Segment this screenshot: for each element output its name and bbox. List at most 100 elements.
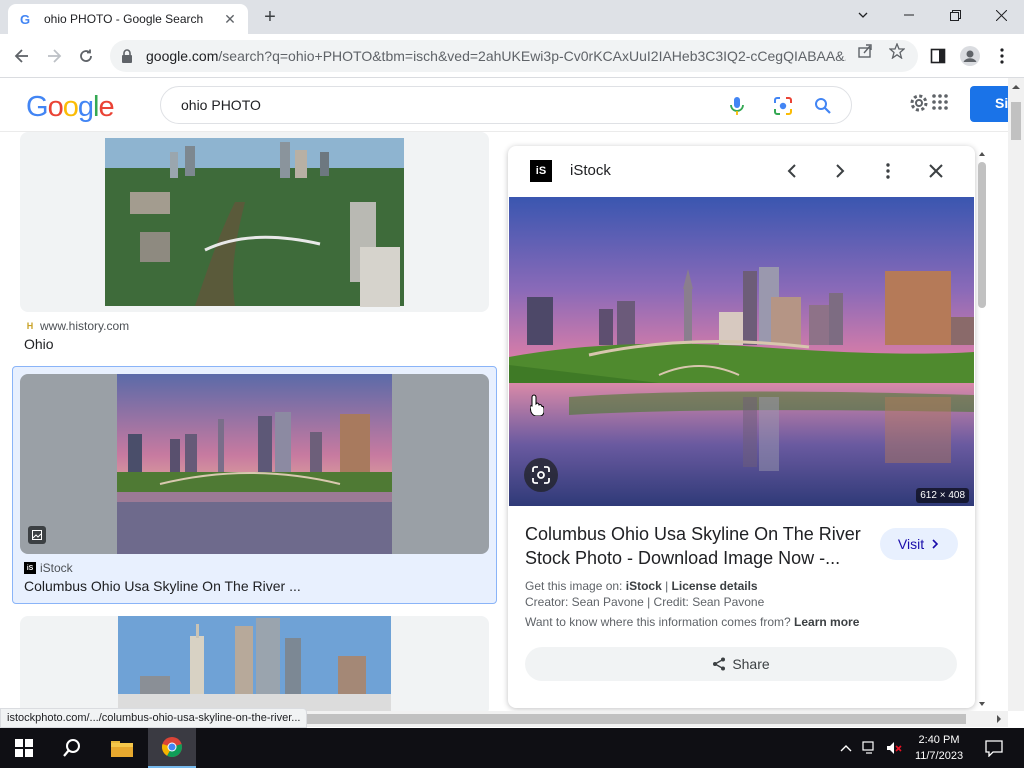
screen: G ohio PHOTO - Google Search ✕ + google.…: [0, 0, 1024, 768]
previous-image-icon[interactable]: [780, 159, 804, 183]
tab-google-search[interactable]: G ohio PHOTO - Google Search ✕: [8, 4, 248, 34]
restore-button[interactable]: [932, 0, 978, 30]
url-host: google.com: [146, 48, 219, 64]
panel-scroll-up-icon[interactable]: [976, 150, 988, 158]
clock-time: 2:40 PM: [918, 734, 960, 746]
search-box[interactable]: ohio PHOTO: [160, 86, 852, 124]
windows-logo-icon: [15, 739, 33, 757]
minimize-button[interactable]: [886, 0, 932, 30]
info-source-question: Want to know where this information come…: [525, 615, 791, 629]
clock-date: 11/7/2023: [914, 750, 964, 762]
page-vertical-scrollbar[interactable]: [1008, 78, 1024, 711]
more-options-icon[interactable]: [876, 159, 900, 183]
next-image-icon[interactable]: [828, 159, 852, 183]
new-tab-button[interactable]: +: [258, 6, 282, 30]
share-label: Share: [732, 656, 770, 672]
preview-image[interactable]: [509, 197, 974, 506]
voice-search-icon[interactable]: [727, 96, 747, 116]
scroll-right-icon[interactable]: [992, 711, 1006, 727]
panel-scrollbar[interactable]: [976, 150, 988, 710]
address-bar[interactable]: google.com/search?q=ohio+PHOTO&tbm=isch&…: [110, 40, 918, 72]
result-source-label: iStock: [40, 561, 73, 575]
tab-search-icon[interactable]: [840, 0, 886, 30]
profile-avatar-icon[interactable]: [958, 44, 982, 68]
tab-close-icon[interactable]: ✕: [222, 11, 238, 28]
share-page-icon[interactable]: [856, 42, 874, 60]
get-image-line: Get this image on: iStock | License deta…: [525, 579, 758, 593]
result-title[interactable]: Ohio: [24, 336, 54, 352]
chevron-right-icon: [932, 539, 939, 549]
panel-scroll-down-icon[interactable]: [976, 700, 988, 708]
istock-favicon-icon: iS: [24, 562, 36, 574]
history-favicon-icon: H: [26, 321, 34, 331]
share-button[interactable]: Share: [525, 647, 957, 681]
license-details-link[interactable]: License details: [672, 579, 758, 593]
reload-button[interactable]: [72, 42, 100, 70]
visit-button[interactable]: Visit: [880, 528, 958, 560]
network-button[interactable]: [858, 728, 882, 768]
chrome-taskbar-button[interactable]: [148, 728, 196, 768]
search-query[interactable]: ohio PHOTO: [181, 97, 261, 113]
taskbar-search-icon: [63, 739, 80, 757]
back-button[interactable]: [8, 42, 36, 70]
url-path: /search?q=ohio+PHOTO&tbm=isch&ved=2ahUKE…: [218, 48, 846, 64]
forward-button[interactable]: [40, 42, 68, 70]
image-badge-icon: [28, 526, 46, 544]
close-window-button[interactable]: [978, 0, 1024, 30]
panel-title[interactable]: Columbus Ohio Usa Skyline On The River S…: [525, 522, 865, 570]
browser-toolbar: google.com/search?q=ohio+PHOTO&tbm=isch&…: [0, 34, 1024, 78]
get-image-source[interactable]: iStock: [626, 579, 662, 593]
image-results: H www.history.com Ohio iS iStock Columbu…: [0, 132, 500, 711]
google-favicon-icon: G: [18, 11, 34, 27]
search-icon[interactable]: [813, 96, 833, 116]
settings-gear-icon[interactable]: [908, 92, 930, 114]
lens-search-icon[interactable]: [773, 96, 793, 116]
tab-strip: G ohio PHOTO - Google Search ✕ +: [0, 0, 1024, 34]
result-image-ohio[interactable]: [20, 132, 489, 312]
tab-title: ohio PHOTO - Google Search: [44, 12, 204, 26]
creator-line: Creator: Sean Pavone | Credit: Sean Pavo…: [525, 595, 765, 609]
start-button[interactable]: [0, 728, 48, 768]
chevron-up-icon: [840, 745, 852, 752]
result-source[interactable]: iS iStock: [24, 561, 73, 575]
result-source[interactable]: H www.history.com: [24, 319, 129, 333]
side-panel-icon[interactable]: [926, 44, 950, 68]
panel-scroll-thumb[interactable]: [978, 162, 986, 308]
panel-source-name[interactable]: iStock: [570, 162, 611, 179]
notification-icon: [985, 740, 1003, 757]
page-vertical-scroll-thumb[interactable]: [1011, 102, 1021, 140]
folder-icon: [111, 741, 133, 757]
svg-text:Google: Google: [26, 91, 114, 123]
volume-button[interactable]: [882, 728, 906, 768]
google-apps-icon[interactable]: [932, 94, 948, 110]
google-header: Google ohio PHOTO Si: [0, 78, 1020, 132]
result-image-columbus[interactable]: [20, 374, 489, 554]
lock-icon[interactable]: [120, 49, 134, 63]
image-preview-panel: iS iStock 612 × 408 Columbus Ohio Usa Sk…: [508, 146, 975, 708]
result-title[interactable]: Columbus Ohio Usa Skyline On The River .…: [24, 578, 301, 594]
taskbar-clock[interactable]: 2:40 PM 11/7/2023: [910, 732, 968, 764]
visit-label: Visit: [897, 536, 925, 552]
close-panel-icon[interactable]: [924, 159, 948, 183]
menu-kebab-icon[interactable]: [990, 44, 1014, 68]
hand-cursor-icon: [529, 394, 545, 417]
chrome-icon: [162, 737, 182, 758]
show-hidden-icons-button[interactable]: [834, 728, 858, 768]
get-image-label: Get this image on:: [525, 579, 623, 593]
learn-more-link[interactable]: Learn more: [794, 615, 859, 629]
google-logo[interactable]: Google: [26, 90, 116, 132]
taskbar-search-button[interactable]: [48, 728, 96, 768]
bookmark-star-icon[interactable]: [888, 42, 906, 60]
lens-search-image-button[interactable]: [524, 458, 558, 492]
notifications-button[interactable]: [970, 728, 1018, 768]
result-image-skyline[interactable]: [20, 616, 489, 711]
panel-header: iS iStock: [508, 146, 975, 196]
windows-taskbar: 2:40 PM 11/7/2023: [0, 728, 1024, 768]
scroll-up-icon[interactable]: [1008, 80, 1024, 94]
file-explorer-button[interactable]: [98, 728, 146, 768]
link-status-bar: istockphoto.com/.../columbus-ohio-usa-sk…: [0, 708, 308, 728]
share-icon: [713, 657, 726, 671]
volume-muted-icon: [887, 742, 902, 754]
info-source-line: Want to know where this information come…: [525, 615, 859, 629]
image-dimensions: 612 × 408: [916, 488, 969, 503]
